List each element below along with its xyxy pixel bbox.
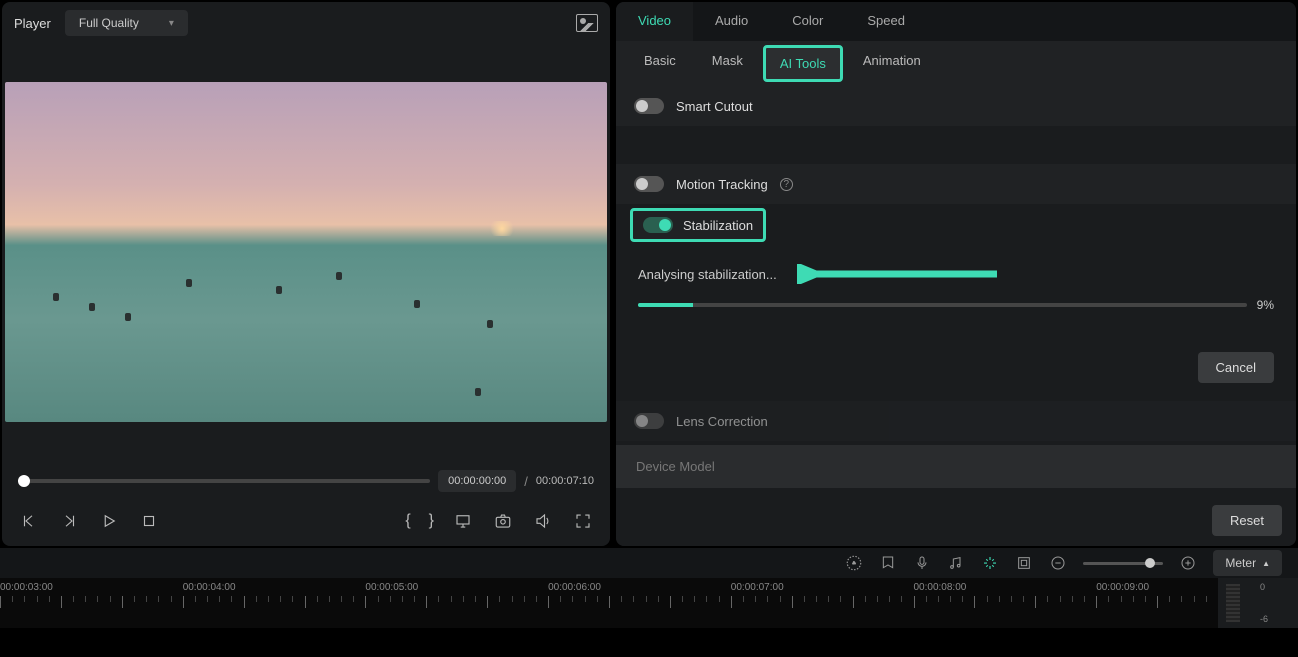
tab-color[interactable]: Color — [770, 2, 845, 41]
mic-icon[interactable] — [913, 554, 931, 572]
ruler-label: 00:00:09:00 — [1096, 582, 1149, 593]
arrow-annotation-icon — [797, 264, 997, 284]
zoom-out-icon[interactable] — [1049, 554, 1067, 572]
main-tabs: Video Audio Color Speed — [616, 2, 1296, 41]
timeline-toolbar: Meter ▲ — [0, 548, 1298, 578]
ruler-label: 00:00:05:00 — [365, 582, 418, 593]
fullscreen-icon[interactable] — [572, 510, 594, 532]
time-separator: / — [524, 474, 528, 489]
subtab-animation[interactable]: Animation — [845, 41, 939, 86]
smart-cutout-label: Smart Cutout — [676, 99, 753, 114]
next-frame-button[interactable] — [58, 510, 80, 532]
motion-tracking-toggle[interactable] — [634, 176, 664, 192]
progress-bar — [638, 303, 1247, 307]
tab-audio[interactable]: Audio — [693, 2, 770, 41]
play-button[interactable] — [98, 510, 120, 532]
stabilization-row: Stabilization — [630, 208, 766, 242]
subtab-basic[interactable]: Basic — [626, 41, 694, 86]
motion-tracking-label: Motion Tracking — [676, 177, 768, 192]
screen-icon[interactable] — [452, 510, 474, 532]
scrubber[interactable] — [18, 479, 430, 483]
meter-button[interactable]: Meter ▲ — [1213, 550, 1282, 576]
analysis-text: Analysing stabilization... — [638, 267, 777, 282]
ruler-label: 00:00:03:00 — [0, 582, 53, 593]
progress-percent: 9% — [1257, 298, 1274, 312]
player-panel: Player Full Quality ▾ — [2, 2, 610, 546]
marker-icon[interactable] — [879, 554, 897, 572]
music-icon[interactable] — [947, 554, 965, 572]
prev-frame-button[interactable] — [18, 510, 40, 532]
stop-button[interactable] — [138, 510, 160, 532]
ruler-label: 00:00:04:00 — [183, 582, 236, 593]
cancel-button[interactable]: Cancel — [1198, 352, 1274, 383]
quality-value: Full Quality — [79, 16, 139, 30]
smart-cutout-row: Smart Cutout — [616, 86, 1296, 126]
meter-scale-1: -6 — [1260, 614, 1268, 624]
lens-correction-toggle[interactable] — [634, 413, 664, 429]
sub-tabs: Basic Mask AI Tools Animation — [616, 41, 1296, 86]
zoom-slider[interactable] — [1083, 562, 1163, 565]
ruler-label: 00:00:06:00 — [548, 582, 601, 593]
effects-icon[interactable] — [981, 554, 999, 572]
lens-correction-label: Lens Correction — [676, 414, 768, 429]
quality-dropdown[interactable]: Full Quality ▾ — [65, 10, 188, 36]
render-icon[interactable] — [845, 554, 863, 572]
mark-in-button[interactable]: { — [405, 512, 410, 530]
tab-speed[interactable]: Speed — [845, 2, 927, 41]
crop-icon[interactable] — [1015, 554, 1033, 572]
motion-tracking-row: Motion Tracking ? — [616, 164, 1296, 204]
duration: 00:00:07:10 — [536, 475, 594, 487]
info-icon[interactable]: ? — [780, 178, 793, 191]
stabilization-label: Stabilization — [683, 218, 753, 233]
mark-out-button[interactable]: } — [429, 512, 434, 530]
video-preview[interactable] — [5, 82, 607, 422]
volume-icon[interactable] — [532, 510, 554, 532]
subtab-ai-tools[interactable]: AI Tools — [763, 45, 843, 82]
properties-panel: Video Audio Color Speed Basic Mask AI To… — [616, 2, 1296, 546]
audio-meter: 0 -6 — [1218, 578, 1298, 628]
triangle-up-icon: ▲ — [1262, 559, 1270, 568]
timeline-ruler[interactable]: 00:00:03:00 00:00:04:00 00:00:05:00 00:0… — [0, 578, 1298, 628]
meter-scale-0: 0 — [1260, 582, 1268, 592]
player-label: Player — [14, 16, 51, 31]
subtab-mask[interactable]: Mask — [694, 41, 761, 86]
stabilization-toggle[interactable] — [643, 217, 673, 233]
zoom-in-icon[interactable] — [1179, 554, 1197, 572]
current-time[interactable]: 00:00:00:00 — [438, 470, 516, 492]
reset-button[interactable]: Reset — [1212, 505, 1282, 536]
smart-cutout-toggle[interactable] — [634, 98, 664, 114]
snapshot-icon[interactable] — [492, 510, 514, 532]
ruler-label: 00:00:08:00 — [914, 582, 967, 593]
lens-correction-row: Lens Correction — [616, 401, 1296, 441]
chevron-down-icon: ▾ — [169, 18, 174, 29]
tab-video[interactable]: Video — [616, 2, 693, 41]
picture-icon[interactable] — [576, 14, 598, 32]
ruler-label: 00:00:07:00 — [731, 582, 784, 593]
device-model-row: Device Model — [616, 445, 1296, 488]
meter-label: Meter — [1225, 556, 1256, 570]
